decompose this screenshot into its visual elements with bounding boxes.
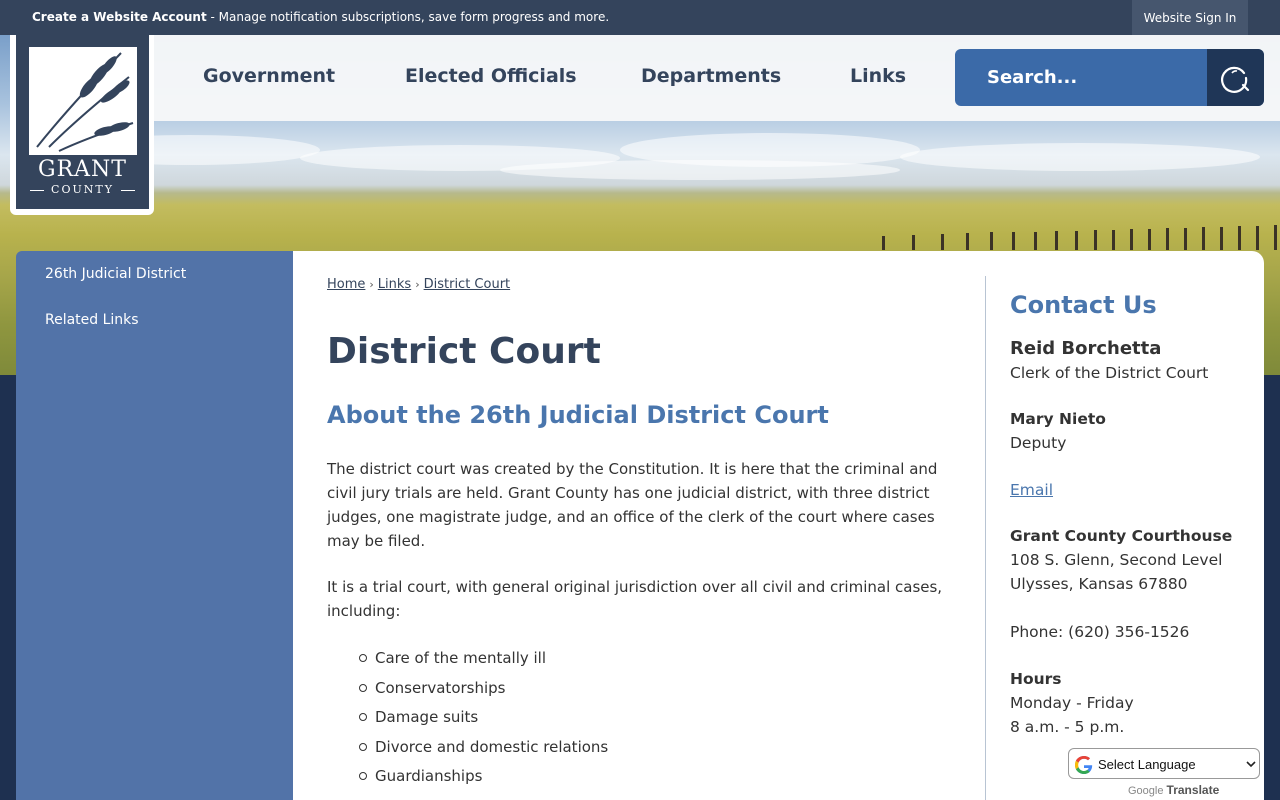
sidebar: 26th Judicial District Related Links — [16, 251, 293, 800]
language-select[interactable]: Select Language — [1068, 748, 1260, 779]
sidebar-item-26th-judicial-district[interactable]: 26th Judicial District — [45, 266, 186, 282]
logo-rule-right — [121, 190, 135, 191]
page-title: District Court — [327, 331, 601, 372]
sidebar-item-related-links[interactable]: Related Links — [45, 312, 139, 328]
account-description: - Manage notification subscriptions, sav… — [206, 10, 610, 24]
breadcrumb-separator: › — [369, 278, 374, 291]
language-select-label: Select Language — [1098, 757, 1196, 772]
contact-title-clerk: Clerk of the District Court — [1010, 364, 1209, 382]
account-message[interactable]: Create a Website Account - Manage notifi… — [32, 10, 609, 24]
column-divider — [985, 276, 986, 800]
list-item: Guardianships — [358, 765, 608, 795]
website-sign-in-button[interactable]: Website Sign In — [1132, 0, 1248, 35]
hours-heading: Hours — [1010, 670, 1062, 688]
intro-paragraph: The district court was created by the Co… — [327, 460, 938, 550]
contact-title-deputy: Deputy — [1010, 434, 1067, 452]
nav-government[interactable]: Government — [203, 65, 335, 87]
wheat-icon — [36, 52, 134, 152]
breadcrumb-district-court[interactable]: District Court — [424, 277, 511, 292]
contact-email-link[interactable]: Email — [1010, 481, 1053, 499]
contact-location: Grant County Courthouse — [1010, 527, 1233, 545]
search-icon — [1221, 66, 1250, 93]
jurisdiction-list: Care of the mentally ill Conservatorship… — [358, 647, 608, 795]
nav-links[interactable]: Links — [850, 65, 906, 87]
top-bar: Create a Website Account - Manage notifi… — [0, 0, 1280, 35]
breadcrumb-separator: › — [415, 278, 420, 291]
nav-elected-officials[interactable]: Elected Officials — [405, 65, 577, 87]
hours-days: Monday - Friday — [1010, 694, 1134, 712]
breadcrumb: Home › Links › District Court — [327, 277, 510, 292]
contact-address-line1: 108 S. Glenn, Second Level — [1010, 551, 1223, 569]
jurisdiction-paragraph: It is a trial court, with general origin… — [327, 578, 943, 620]
hours-time: 8 a.m. - 5 p.m. — [1010, 718, 1125, 736]
section-heading: About the 26th Judicial District Court — [327, 401, 829, 429]
contact-heading: Contact Us — [1010, 291, 1157, 319]
contact-name-deputy: Mary Nieto — [1010, 410, 1106, 428]
list-item: Damage suits — [358, 706, 608, 736]
create-account-link[interactable]: Create a Website Account — [32, 10, 207, 24]
nav-departments[interactable]: Departments — [641, 65, 781, 87]
list-item: Care of the mentally ill — [358, 647, 608, 677]
google-wordmark: Google — [1128, 785, 1164, 797]
powered-by-google-translate[interactable]: Google Translate — [1128, 783, 1219, 797]
breadcrumb-home[interactable]: Home — [327, 277, 365, 292]
search-button[interactable] — [1207, 49, 1264, 106]
chevron-down-icon — [1246, 761, 1256, 768]
contact-name-clerk: Reid Borchetta — [1010, 338, 1162, 359]
logo-name: GRANT — [38, 157, 127, 182]
list-item: Divorce and domestic relations — [358, 736, 608, 766]
grant-county-logo[interactable]: GRANT COUNTY — [16, 35, 149, 209]
google-g-icon — [1075, 756, 1093, 774]
contact-address-line2: Ulysses, Kansas 67880 — [1010, 575, 1188, 593]
contact-phone: Phone: (620) 356-1526 — [1010, 623, 1190, 641]
translate-word: Translate — [1166, 783, 1220, 797]
list-item: Conservatorships — [358, 677, 608, 707]
wheat-emblem — [29, 47, 137, 155]
breadcrumb-links[interactable]: Links — [378, 277, 411, 292]
search-input[interactable] — [955, 49, 1207, 106]
